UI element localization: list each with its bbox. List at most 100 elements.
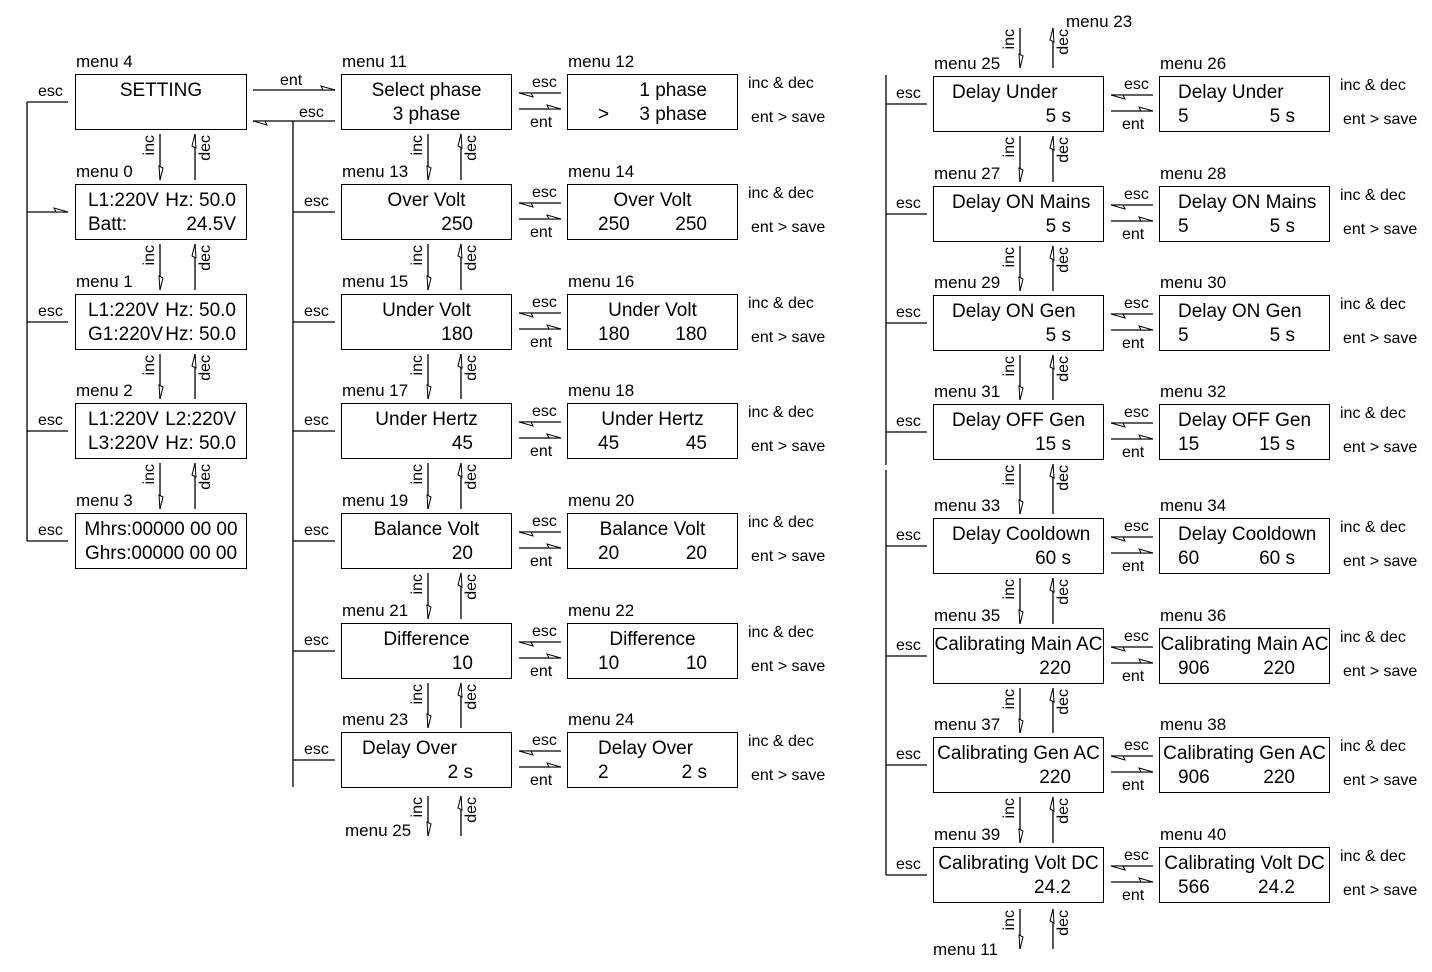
display-row: SETTING: [76, 80, 246, 102]
display-text-right: 250: [675, 214, 707, 235]
ent-save-note: ent > save: [1343, 111, 1418, 128]
display-text: Calibrating Main AC: [934, 634, 1103, 655]
display-text-left: 906: [1178, 658, 1210, 679]
arrow-right-icon: [1138, 325, 1154, 331]
inc-label: inc: [141, 464, 158, 485]
esc-label: esc: [304, 522, 329, 539]
arrow-left-icon: [518, 750, 534, 756]
display-text-left: 5: [1178, 325, 1189, 346]
dec-label: dec: [1055, 579, 1072, 605]
lcd-display-menu-12: 1 phase >3 phase: [567, 74, 738, 130]
arrow-up-icon: [457, 243, 463, 259]
display-row: Delay ON Mains: [1160, 192, 1329, 214]
dec-label: dec: [463, 355, 480, 381]
esc-label: esc: [299, 104, 324, 121]
display-row: 10: [342, 653, 511, 675]
inc-label: inc: [1001, 356, 1018, 377]
display-text-right: 5 s: [1045, 325, 1071, 346]
lcd-display-menu-35: Calibrating Main AC 220: [933, 628, 1104, 684]
dec-label: dec: [1055, 798, 1072, 824]
lcd-display-menu-33: Delay Cooldown 60 s: [933, 518, 1104, 574]
arrow-left-icon: [1110, 865, 1126, 871]
display-text-left: 2: [598, 762, 609, 783]
inc-label: inc: [409, 355, 426, 376]
esc-label: esc: [532, 732, 557, 749]
ent-label: ent: [530, 114, 553, 131]
dec-label: dec: [197, 245, 214, 271]
esc-label: esc: [38, 83, 63, 100]
ent-label: ent: [1122, 887, 1145, 904]
display-row: Calibrating Gen AC: [934, 743, 1103, 765]
display-text: Mhrs:00000 00 00: [84, 519, 238, 540]
display-text-right: 3 phase: [639, 104, 707, 125]
menu-label: menu 19: [342, 491, 409, 510]
display-row: 15 s: [934, 434, 1103, 456]
ent-label: ent: [530, 663, 553, 680]
esc-label: esc: [896, 527, 921, 544]
arrow-down-icon: [426, 165, 432, 181]
display-text-left: 10: [598, 653, 620, 674]
menu-label: menu 38: [1160, 715, 1227, 734]
arrow-down-icon: [1018, 385, 1024, 401]
dec-label: dec: [1055, 910, 1072, 936]
arrow-right-icon: [546, 543, 562, 549]
display-row: 60 s: [934, 548, 1103, 570]
inc-label: inc: [141, 355, 158, 376]
display-row: 220: [934, 767, 1103, 789]
lcd-display-menu-23: Delay Over 2 s: [341, 732, 512, 788]
display-row: Calibrating Volt DC: [934, 853, 1103, 875]
esc-label: esc: [38, 412, 63, 429]
ent-save-note: ent > save: [1343, 553, 1418, 570]
display-row: G1:220V Hz: 50.0: [76, 324, 246, 346]
arrow-up-icon: [1049, 135, 1055, 151]
esc-label: esc: [1124, 628, 1149, 645]
display-text-left: 45: [598, 433, 620, 454]
display-text-right: 60 s: [1259, 548, 1295, 569]
arrow-right-icon: [320, 85, 336, 91]
esc-label: esc: [304, 303, 329, 320]
display-text-right: L2:220V: [165, 409, 236, 430]
ent-label: ent: [1122, 558, 1145, 575]
display-text: Under Hertz: [601, 409, 704, 430]
ent-save-note: ent > save: [751, 548, 826, 565]
display-row: 180: [342, 324, 511, 346]
display-row: 180 180: [568, 324, 737, 346]
arrow-up-icon: [457, 682, 463, 698]
display-text-right: 1 phase: [639, 80, 707, 101]
display-row: Delay Cooldown: [1160, 524, 1329, 546]
display-row: Delay Under: [934, 82, 1103, 104]
display-row: Under Hertz: [568, 409, 737, 431]
display-row: 20 20: [568, 543, 737, 565]
display-row: Under Hertz: [342, 409, 511, 431]
esc-label: esc: [532, 74, 557, 91]
display-row: L1:220V Hz: 50.0: [76, 300, 246, 322]
esc-label: esc: [38, 522, 63, 539]
esc-label: esc: [532, 403, 557, 420]
display-row: 5 5 s: [1160, 325, 1329, 347]
menu-label: menu 33: [934, 496, 1001, 515]
ent-save-note: ent > save: [1343, 330, 1418, 347]
menu-label: menu 11: [342, 52, 407, 71]
menu-label: menu 20: [568, 491, 635, 510]
arrow-left-icon: [1110, 94, 1126, 100]
lcd-display-menu-13: Over Volt 250: [341, 184, 512, 240]
display-text-right: 15 s: [1035, 434, 1071, 455]
display-text-left: 20: [598, 543, 620, 564]
display-text-left: L3:220V: [88, 433, 159, 454]
inc-dec-note: inc & dec: [1340, 296, 1406, 313]
lcd-display-menu-30: Delay ON Gen 5 5 s: [1159, 295, 1330, 351]
arrow-left-icon: [1110, 755, 1126, 761]
display-row: Delay ON Mains: [934, 192, 1103, 214]
display-row: 250 250: [568, 214, 737, 236]
arrow-right-icon: [546, 433, 562, 439]
ent-label: ent: [1122, 777, 1145, 794]
esc-label: esc: [1124, 76, 1149, 93]
display-text: Under Hertz: [375, 409, 478, 430]
display-text-left: L1:220V: [88, 190, 159, 211]
display-text-left: Delay ON Gen: [1178, 301, 1302, 322]
continuation-label: menu 25: [345, 821, 412, 840]
display-row: Delay ON Gen: [934, 301, 1103, 323]
display-text-left: 906: [1178, 767, 1210, 788]
display-text-right: Hz: 50.0: [165, 190, 236, 211]
menu-label: menu 4: [76, 52, 133, 71]
